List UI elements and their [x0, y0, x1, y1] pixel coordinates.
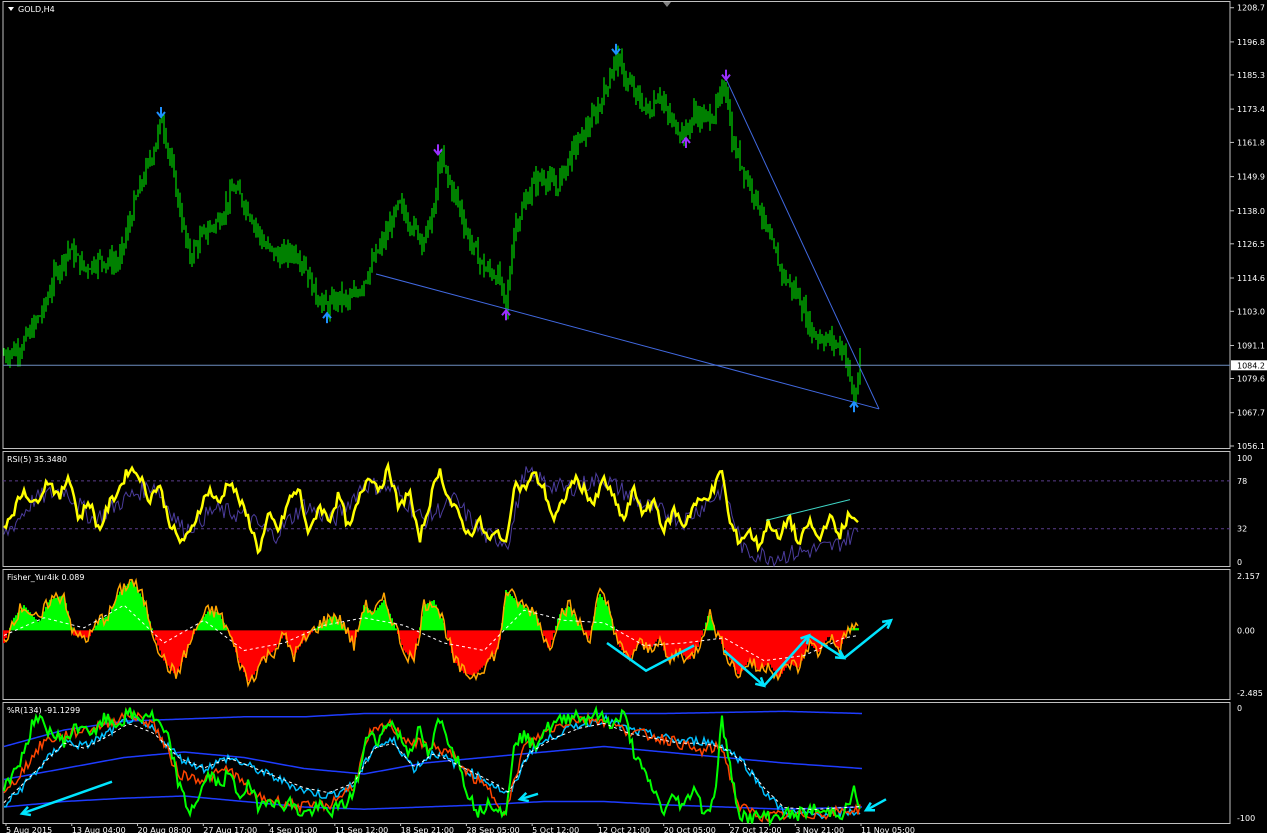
- time-tick-label: 11 Nov 05:00: [861, 826, 915, 833]
- time-tick-label: 3 Nov 21:00: [795, 826, 844, 833]
- price-tick-label: 1056.1: [1237, 442, 1265, 451]
- price-series: [3, 43, 1230, 413]
- time-tick-label: 27 Oct 12:00: [729, 826, 781, 833]
- price-tick-label: 1114.6: [1237, 274, 1265, 283]
- time-tick-label: 4 Sep 01:00: [269, 826, 317, 833]
- wr-signal-line: [3, 722, 861, 810]
- price-tick-label: 1126.5: [1237, 240, 1265, 249]
- rsi-line: [3, 460, 859, 555]
- price-tick-label: 1185.3: [1237, 71, 1265, 80]
- price-tick-label: 1091.1: [1237, 341, 1265, 350]
- price-tick-label: 1196.8: [1237, 38, 1265, 47]
- rsi-series: [3, 460, 1230, 568]
- arrow-up-icon: [681, 136, 691, 148]
- wr-tick-label: -100: [1237, 814, 1255, 823]
- time-tick-label: 20 Aug 08:00: [138, 826, 192, 833]
- wr-series: [3, 705, 887, 827]
- time-tick-label: 18 Sep 21:00: [401, 826, 454, 833]
- price-tick-label: 1208.7: [1237, 4, 1265, 13]
- time-tick-label: 5 Aug 2015: [6, 826, 52, 833]
- rsi-annotation-line: [765, 499, 851, 521]
- rsi-panel: [2, 451, 1231, 567]
- wr-mid-line: [3, 706, 861, 823]
- fisher-tick-label: 2.157: [1237, 572, 1260, 581]
- wr-title: %R(134) -91.1299: [7, 706, 80, 715]
- time-tick-label: 5 Oct 12:00: [532, 826, 579, 833]
- rsi-tick-label: 32: [1237, 525, 1247, 534]
- rsi-tick-label: 78: [1237, 477, 1247, 486]
- scroll-marker-icon[interactable]: [663, 2, 671, 7]
- fisher-tick-label: -2.485: [1237, 689, 1263, 698]
- arrow-down-icon: [721, 69, 731, 82]
- rsi-title: RSI(5) 35.3480: [7, 455, 67, 464]
- fisher-tick-label: 0.00: [1237, 626, 1255, 635]
- time-tick-label: 20 Oct 05:00: [664, 826, 716, 833]
- wr-slow-line: [3, 713, 861, 820]
- arrow-down-icon: [433, 144, 443, 156]
- price-tick-label: 1173.4: [1237, 105, 1265, 114]
- triangle-down-icon[interactable]: [8, 7, 14, 11]
- price-tick-label: 1138.0: [1237, 207, 1265, 216]
- time-tick-label: 11 Sep 12:00: [335, 826, 388, 833]
- price-tick-label: 1079.6: [1237, 375, 1265, 384]
- chart-canvas: GOLD,H4 RSI(5) 35.3480 Fisher_Yur4ik 0.0…: [2, 1, 1267, 833]
- current-price-label: 1084.2: [1237, 361, 1265, 370]
- wr-tick-label: 0: [1237, 704, 1242, 713]
- arrow-up-icon: [849, 400, 859, 413]
- rsi-tick-label: 0: [1237, 558, 1242, 567]
- price-axes: 1208.7 1196.8 1185.3 1173.4 1161.8 1149.9 1138…: [5, 4, 1267, 833]
- fisher-title: Fisher_Yur4ik 0.089: [7, 573, 84, 582]
- arrow-down-icon: [611, 43, 621, 56]
- price-tick-label: 1149.9: [1237, 173, 1265, 182]
- trendline: [725, 78, 880, 410]
- trendline: [375, 273, 880, 410]
- price-tick-label: 1103.0: [1237, 307, 1265, 316]
- symbol-label: GOLD,H4: [18, 5, 55, 14]
- price-tick-label: 1067.7: [1237, 409, 1265, 418]
- wr-annotation-arrow: [21, 780, 113, 815]
- price-tick-label: 1161.8: [1237, 138, 1265, 147]
- arrow-up-icon: [501, 308, 511, 321]
- fisher-series: [3, 577, 894, 688]
- time-tick-label: 13 Aug 04:00: [72, 826, 126, 833]
- time-tick-label: 27 Aug 17:00: [203, 826, 257, 833]
- wr-band-lower: [3, 795, 863, 810]
- rsi-tick-label: 100: [1237, 454, 1252, 463]
- time-tick-label: 28 Sep 05:00: [466, 826, 519, 833]
- time-tick-label: 12 Oct 21:00: [598, 826, 650, 833]
